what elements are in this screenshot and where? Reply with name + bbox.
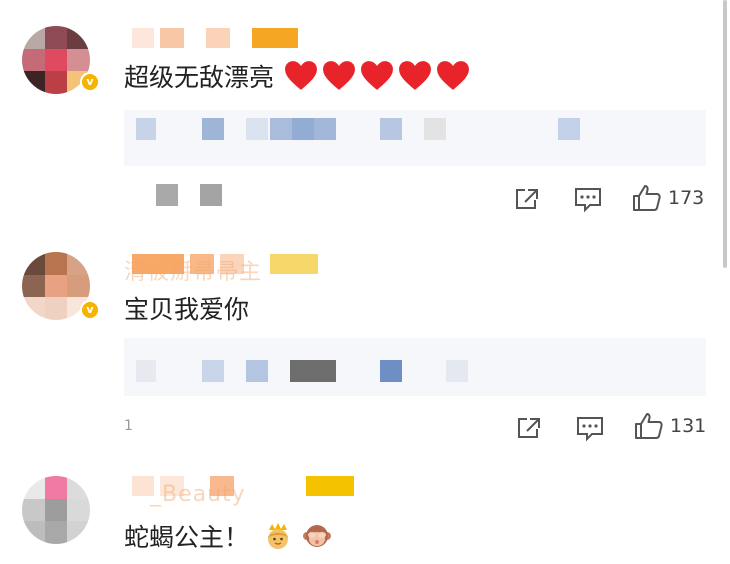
scrollbar[interactable] <box>723 0 727 268</box>
comment-item: v 清被掰帚帚主 宝贝我爱你 1 131 <box>0 230 722 458</box>
repost-icon <box>518 418 540 438</box>
like-count: 131 <box>670 415 707 437</box>
repost-button[interactable] <box>516 416 542 440</box>
username-fragment: 清被掰帚帚主 <box>124 260 263 285</box>
like-button[interactable]: 173 <box>632 184 704 212</box>
princess-emoji <box>268 523 289 549</box>
heart-icon <box>361 61 393 90</box>
like-icon <box>635 413 663 439</box>
like-icon <box>633 185 661 211</box>
heart-icon <box>399 61 431 90</box>
comment-body: 蛇蝎公主！ <box>124 523 250 552</box>
comment-body: 超级无敌漂亮 <box>124 63 275 92</box>
username-mosaic[interactable] <box>132 26 298 50</box>
comment-text: 超级无敌漂亮 <box>124 58 470 94</box>
reply-preview[interactable] <box>124 110 706 166</box>
comment-body: 宝贝我爱你 <box>124 295 250 324</box>
heart-icon <box>323 61 355 90</box>
heart-icon <box>285 61 317 90</box>
comment-button[interactable] <box>574 187 602 213</box>
reply-fragment: 1 <box>124 418 133 434</box>
like-count: 173 <box>668 187 705 209</box>
comment-item: _Beauty 蛇蝎公主！ <box>0 458 722 564</box>
comment-text: 宝贝我爱你 <box>124 290 249 326</box>
comment-item: v 超级无敌漂亮 173 <box>0 0 722 230</box>
verified-badge-icon: v <box>80 300 100 320</box>
heart-icon <box>437 61 469 90</box>
heart-emoji-group <box>284 60 470 92</box>
comment-icon <box>575 188 601 213</box>
like-button[interactable]: 131 <box>634 412 706 440</box>
repost-button[interactable] <box>514 187 540 211</box>
avatar[interactable] <box>22 476 90 544</box>
comment-text: 蛇蝎公主！ <box>124 518 333 554</box>
username-fragment: _Beauty <box>150 482 246 507</box>
comment-icon <box>577 417 603 442</box>
reply-preview[interactable] <box>124 338 706 396</box>
verified-badge-icon: v <box>80 72 100 92</box>
repost-icon <box>516 189 538 209</box>
monkey-emoji <box>303 525 332 547</box>
comment-button[interactable] <box>576 416 604 442</box>
